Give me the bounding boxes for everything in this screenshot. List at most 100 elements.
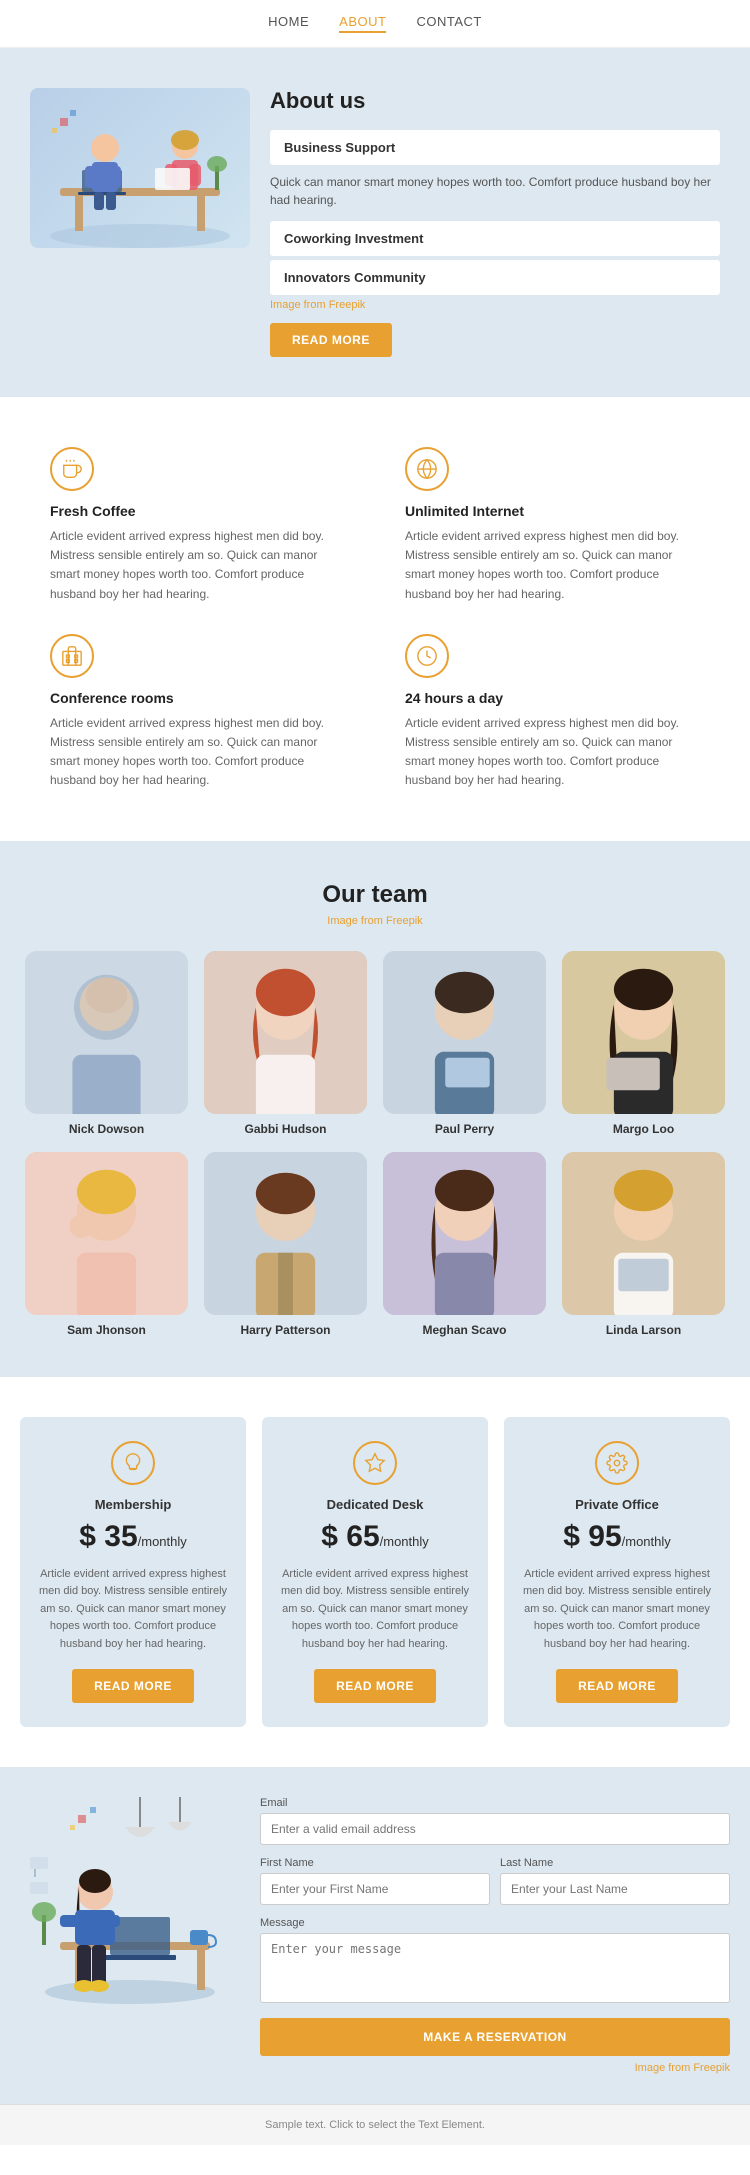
message-input[interactable] (260, 1933, 730, 2003)
contact-form-area: Email First Name Last Name Message MAKE … (260, 1797, 730, 2074)
pricing-card-0: Membership $ 35/monthly Article evident … (20, 1417, 246, 1728)
about-illustration (30, 88, 250, 248)
lastname-input[interactable] (500, 1873, 730, 1905)
about-image-credit: Image from Freepik (270, 299, 720, 311)
nav-about[interactable]: ABOUT (339, 14, 386, 33)
lastname-label: Last Name (500, 1857, 730, 1869)
feature-conference-rooms: Conference rooms Article evident arrived… (50, 634, 345, 791)
footer: Sample text. Click to select the Text El… (0, 2104, 750, 2145)
team-name-3: Margo Loo (562, 1122, 725, 1136)
team-section: Our team Image from Freepik Nick Dowson (0, 841, 750, 1377)
team-member-4: Sam Jhonson (25, 1152, 188, 1337)
about-description: Quick can manor smart money hopes worth … (270, 173, 720, 209)
team-photo-3 (562, 951, 725, 1114)
pricing-readmore-0[interactable]: READ MORE (72, 1669, 194, 1703)
team-freepik-link[interactable]: Freepik (386, 915, 423, 927)
pricing-desc-2: Article evident arrived express highest … (520, 1566, 714, 1654)
team-name-7: Linda Larson (562, 1323, 725, 1337)
about-content: About us Business Support Quick can mano… (270, 88, 720, 357)
contact-freepik-link[interactable]: Freepik (693, 2062, 730, 2074)
team-photo-0 (25, 951, 188, 1114)
freepik-link[interactable]: Freepik (329, 299, 366, 311)
pricing-label-0: Membership (36, 1497, 230, 1512)
about-box-1: Business Support (270, 130, 720, 165)
nav-contact[interactable]: CONTACT (416, 14, 481, 33)
feature-24hours: 24 hours a day Article evident arrived e… (405, 634, 700, 791)
team-title: Our team (20, 881, 730, 909)
about-box-3: Innovators Community (270, 260, 720, 295)
team-image-credit: Image from Freepik (20, 915, 730, 927)
message-label: Message (260, 1917, 730, 1929)
feature-desc-1: Article evident arrived express highest … (405, 527, 700, 604)
feature-title-0: Fresh Coffee (50, 503, 345, 519)
email-group: Email (260, 1797, 730, 1845)
pricing-section: Membership $ 35/monthly Article evident … (0, 1377, 750, 1768)
feature-unlimited-internet: Unlimited Internet Article evident arriv… (405, 447, 700, 604)
team-photo-7 (562, 1152, 725, 1315)
team-name-0: Nick Dowson (25, 1122, 188, 1136)
pricing-amount-0: $ 35/monthly (36, 1520, 230, 1554)
about-title: About us (270, 88, 720, 114)
team-member-6: Meghan Scavo (383, 1152, 546, 1337)
firstname-label: First Name (260, 1857, 490, 1869)
team-member-0: Nick Dowson (25, 951, 188, 1136)
clock-icon (405, 634, 449, 678)
globe-icon (405, 447, 449, 491)
pricing-amount-2: $ 95/monthly (520, 1520, 714, 1554)
team-member-7: Linda Larson (562, 1152, 725, 1337)
feature-desc-0: Article evident arrived express highest … (50, 527, 345, 604)
about-read-more-button[interactable]: READ MORE (270, 323, 392, 357)
contact-illustration (20, 1797, 240, 2017)
name-row: First Name Last Name (260, 1857, 730, 1905)
team-member-1: Gabbi Hudson (204, 951, 367, 1136)
pricing-desc-1: Article evident arrived express highest … (278, 1566, 472, 1654)
pricing-grid: Membership $ 35/monthly Article evident … (20, 1417, 730, 1728)
firstname-group: First Name (260, 1857, 490, 1905)
feature-title-1: Unlimited Internet (405, 503, 700, 519)
coffee-icon (50, 447, 94, 491)
team-name-6: Meghan Scavo (383, 1323, 546, 1337)
pricing-readmore-2[interactable]: READ MORE (556, 1669, 678, 1703)
email-label: Email (260, 1797, 730, 1809)
pricing-readmore-1[interactable]: READ MORE (314, 1669, 436, 1703)
features-section: Fresh Coffee Article evident arrived exp… (0, 397, 750, 841)
team-member-3: Margo Loo (562, 951, 725, 1136)
contact-section: Email First Name Last Name Message MAKE … (0, 1767, 750, 2104)
feature-fresh-coffee: Fresh Coffee Article evident arrived exp… (50, 447, 345, 604)
navigation: HOME ABOUT CONTACT (0, 0, 750, 48)
about-box-2: Coworking Investment (270, 221, 720, 256)
team-photo-4 (25, 1152, 188, 1315)
team-name-5: Harry Patterson (204, 1323, 367, 1337)
bulb-icon (111, 1441, 155, 1485)
nav-home[interactable]: HOME (268, 14, 309, 33)
gear-icon (595, 1441, 639, 1485)
team-photo-2 (383, 951, 546, 1114)
feature-title-3: 24 hours a day (405, 690, 700, 706)
lastname-group: Last Name (500, 1857, 730, 1905)
feature-desc-2: Article evident arrived express highest … (50, 714, 345, 791)
team-photo-1 (204, 951, 367, 1114)
team-grid: Nick Dowson Gabbi Hudson (25, 951, 725, 1337)
team-photo-5 (204, 1152, 367, 1315)
team-photo-6 (383, 1152, 546, 1315)
about-section: About us Business Support Quick can mano… (0, 48, 750, 397)
pricing-amount-1: $ 65/monthly (278, 1520, 472, 1554)
building-icon (50, 634, 94, 678)
pricing-card-1: Dedicated Desk $ 65/monthly Article evid… (262, 1417, 488, 1728)
team-name-4: Sam Jhonson (25, 1323, 188, 1337)
feature-desc-3: Article evident arrived express highest … (405, 714, 700, 791)
team-member-5: Harry Patterson (204, 1152, 367, 1337)
pricing-desc-0: Article evident arrived express highest … (36, 1566, 230, 1654)
firstname-input[interactable] (260, 1873, 490, 1905)
message-group: Message (260, 1917, 730, 2006)
pricing-label-1: Dedicated Desk (278, 1497, 472, 1512)
pricing-card-2: Private Office $ 95/monthly Article evid… (504, 1417, 730, 1728)
contact-image-credit: Image from Freepik (260, 2062, 730, 2074)
team-name-1: Gabbi Hudson (204, 1122, 367, 1136)
email-input[interactable] (260, 1813, 730, 1845)
team-member-2: Paul Perry (383, 951, 546, 1136)
submit-reservation-button[interactable]: MAKE A RESERVATION (260, 2018, 730, 2056)
feature-title-2: Conference rooms (50, 690, 345, 706)
footer-text: Sample text. Click to select the Text El… (265, 2119, 485, 2131)
pricing-label-2: Private Office (520, 1497, 714, 1512)
